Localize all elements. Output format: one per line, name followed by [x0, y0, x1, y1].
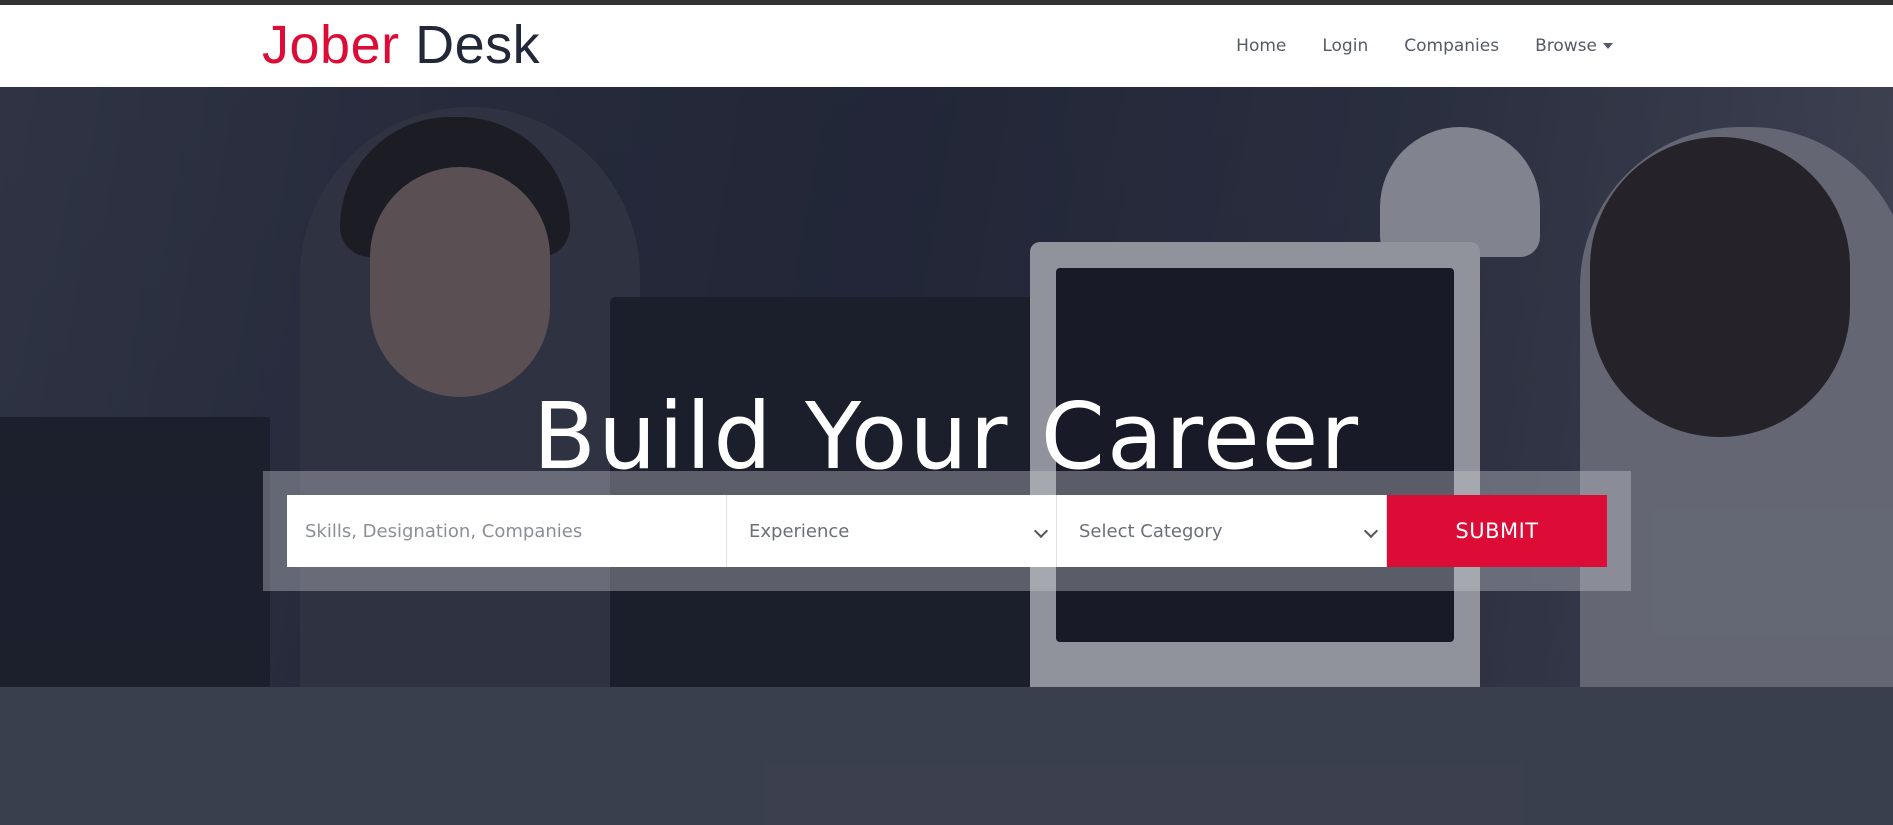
job-search-panel: Experience Select Category SUBMIT — [263, 471, 1631, 591]
nav-companies-link[interactable]: Companies — [1404, 36, 1499, 56]
nav-companies-label: Companies — [1404, 36, 1500, 56]
main-nav: Home Login Companies Browse — [1236, 5, 1613, 87]
chevron-down-icon — [1033, 523, 1049, 539]
submit-button[interactable]: SUBMIT — [1387, 495, 1607, 567]
caret-down-icon — [1603, 43, 1613, 49]
category-select[interactable]: Select Category — [1057, 495, 1387, 567]
nav-login-link[interactable]: Login — [1322, 36, 1368, 56]
category-select-value: Select Category — [1079, 520, 1223, 542]
hero-section: Build Your Career Experience Select Cate… — [0, 87, 1893, 825]
nav-browse-dropdown[interactable]: Browse — [1535, 36, 1613, 56]
site-logo[interactable]: Jober Desk — [262, 15, 540, 75]
nav-home-link[interactable]: Home — [1236, 36, 1286, 56]
experience-select[interactable]: Experience — [727, 495, 1057, 567]
nav-login-label: Login — [1322, 36, 1369, 56]
experience-select-value: Experience — [749, 520, 850, 542]
keywords-search-input[interactable] — [287, 495, 727, 567]
navbar: Jober Desk Home Login Companies Browse — [0, 5, 1893, 88]
nav-browse-label: Browse — [1535, 36, 1597, 56]
logo-part-jober: Jober — [262, 15, 400, 75]
job-search-form: Experience Select Category SUBMIT — [287, 495, 1607, 567]
logo-part-desk: Desk — [415, 15, 541, 75]
chevron-down-icon — [1363, 523, 1379, 539]
nav-home-label: Home — [1236, 36, 1287, 56]
